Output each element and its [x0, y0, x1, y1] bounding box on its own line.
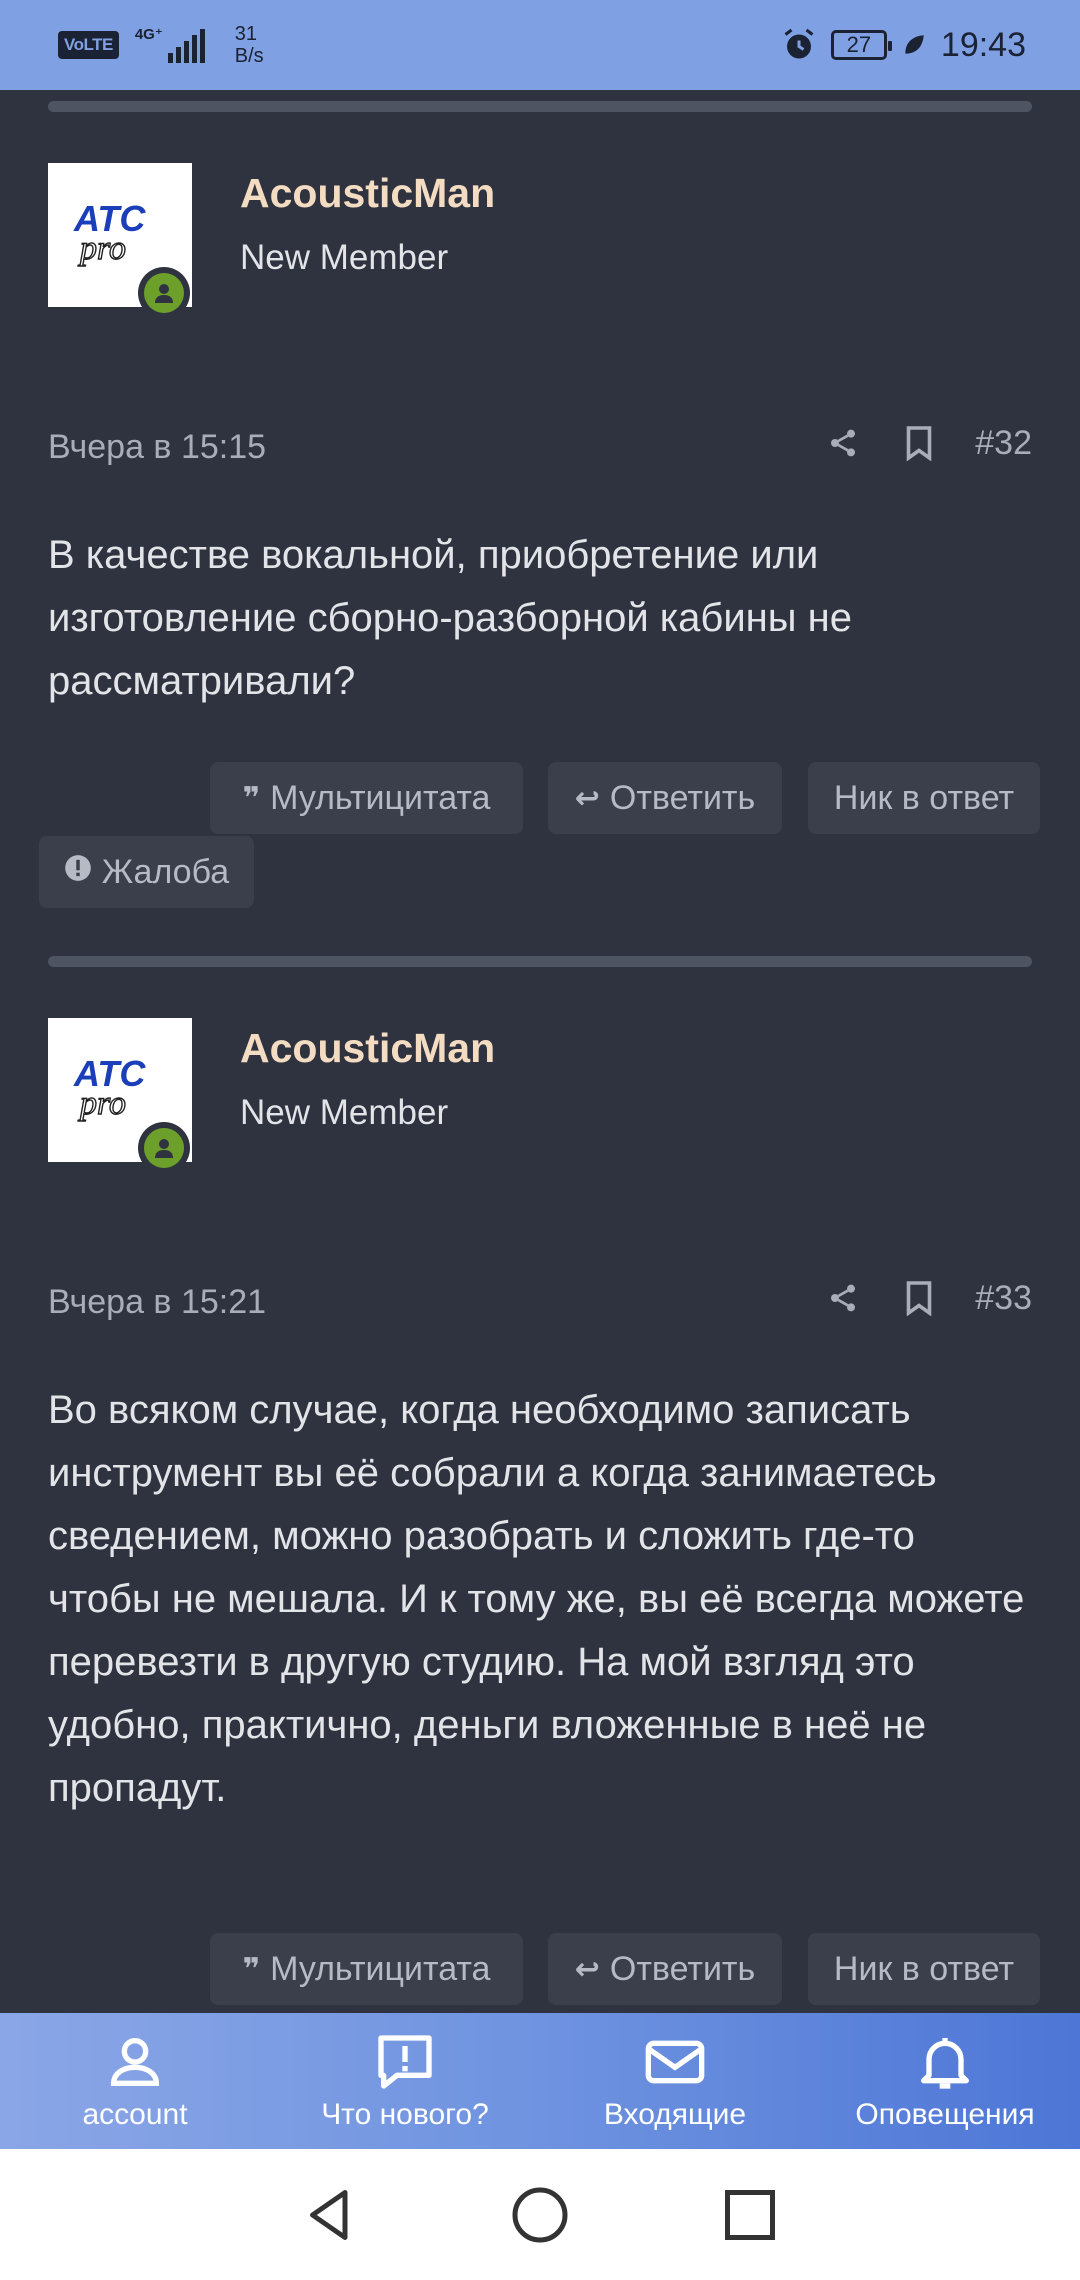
nav-alerts-label: Оповещения	[855, 2098, 1035, 2131]
post-divider	[48, 101, 1032, 112]
user-online-icon	[155, 1139, 173, 1158]
reply-icon: ↩	[574, 1952, 600, 1986]
system-navigation	[0, 2149, 1080, 2280]
reply-icon: ↩	[574, 781, 600, 815]
avatar[interactable]: ATC pro	[48, 163, 192, 319]
speed-unit: B/s	[234, 45, 264, 67]
reply-label: Ответить	[609, 778, 756, 817]
speed-value: 31	[234, 23, 257, 45]
home-icon[interactable]	[510, 2185, 570, 2245]
status-bar: VoLTE 4G⁺ 31 B/s 27 19:43	[0, 0, 1080, 90]
share-icon[interactable]	[823, 423, 863, 463]
atc-pro-logo: ATC pro	[73, 198, 146, 267]
post-divider	[48, 956, 1032, 967]
username[interactable]: AcousticMan	[240, 170, 495, 217]
post-number[interactable]: #32	[975, 424, 1032, 463]
envelope-icon	[645, 2040, 705, 2084]
thread-content[interactable]: ATC pro AcousticMan New Member Вчера в 1…	[0, 90, 1080, 2013]
share-icon[interactable]	[823, 1278, 863, 1318]
nick-reply-button[interactable]: Ник в ответ	[808, 1933, 1040, 2005]
news-icon	[378, 2035, 432, 2089]
nav-whats-new[interactable]: Что нового?	[270, 2030, 540, 2132]
quote-icon: ❞	[242, 781, 261, 815]
network-speed: 31 B/s	[235, 23, 264, 67]
post-date[interactable]: Вчера в 15:15	[48, 428, 266, 467]
post-meta-actions: #32	[823, 423, 1032, 463]
recents-icon[interactable]	[720, 2185, 780, 2245]
online-badge	[138, 1122, 190, 1174]
nav-account[interactable]: account	[0, 2030, 270, 2132]
post-number[interactable]: #33	[975, 1279, 1032, 1318]
svg-text:pro: pro	[78, 1085, 126, 1122]
bookmark-icon[interactable]	[899, 1278, 939, 1318]
report-button[interactable]: Жалоба	[39, 836, 254, 908]
reply-button[interactable]: ↩ Ответить	[548, 1933, 782, 2005]
status-right: 27 19:43	[781, 26, 1026, 65]
leaf-icon	[905, 35, 924, 54]
quote-icon: ❞	[242, 1952, 261, 1986]
bookmark-icon[interactable]	[899, 423, 939, 463]
reply-label: Ответить	[609, 1949, 756, 1988]
user-title: New Member	[240, 238, 449, 277]
atc-pro-logo: ATC pro	[73, 1053, 146, 1122]
alert-icon	[64, 854, 92, 890]
avatar[interactable]: ATC pro	[48, 1018, 192, 1174]
user-title: New Member	[240, 1093, 449, 1132]
nav-account-label: account	[82, 2098, 188, 2131]
network-type: 4G⁺	[134, 26, 163, 43]
battery-icon: 27	[830, 30, 892, 60]
bottom-navigation: account Что нового? Входящие Оповещения	[0, 2013, 1080, 2149]
nav-alerts[interactable]: Оповещения	[810, 2030, 1080, 2132]
multiquote-button[interactable]: ❞ Мультицитата	[210, 1933, 523, 2005]
nick-reply-button[interactable]: Ник в ответ	[808, 762, 1040, 834]
online-badge	[138, 267, 190, 319]
nav-whats-new-label: Что нового?	[321, 2098, 489, 2131]
post-body: Во всяком случае, когда необходимо запис…	[48, 1388, 1025, 1810]
clock: 19:43	[940, 25, 1026, 64]
post-meta-actions: #33	[823, 1278, 1032, 1318]
post-date[interactable]: Вчера в 15:21	[48, 1283, 266, 1322]
nick-reply-label: Ник в ответ	[833, 778, 1015, 817]
multiquote-button[interactable]: ❞ Мультицитата	[210, 762, 523, 834]
user-icon	[110, 2038, 160, 2086]
nav-inbox[interactable]: Входящие	[540, 2030, 810, 2132]
nav-inbox-label: Входящие	[603, 2098, 747, 2131]
post-body: В качестве вокальной, приобретение или и…	[48, 533, 852, 703]
signal-icon: 4G⁺	[135, 27, 205, 63]
nick-reply-label: Ник в ответ	[833, 1949, 1015, 1988]
user-online-icon	[155, 284, 173, 303]
reply-button[interactable]: ↩ Ответить	[548, 762, 782, 834]
status-left: VoLTE 4G⁺ 31 B/s	[58, 23, 264, 67]
svg-text:pro: pro	[78, 230, 126, 267]
report-label: Жалоба	[101, 852, 230, 891]
bell-icon	[921, 2038, 969, 2089]
battery-level: 27	[846, 32, 872, 57]
alarm-icon	[784, 28, 814, 59]
multiquote-label: Мультицитата	[270, 778, 491, 817]
volte-indicator: VoLTE	[58, 31, 119, 59]
back-icon[interactable]	[300, 2185, 360, 2245]
username[interactable]: AcousticMan	[240, 1025, 495, 1072]
multiquote-label: Мультицитата	[270, 1949, 491, 1988]
